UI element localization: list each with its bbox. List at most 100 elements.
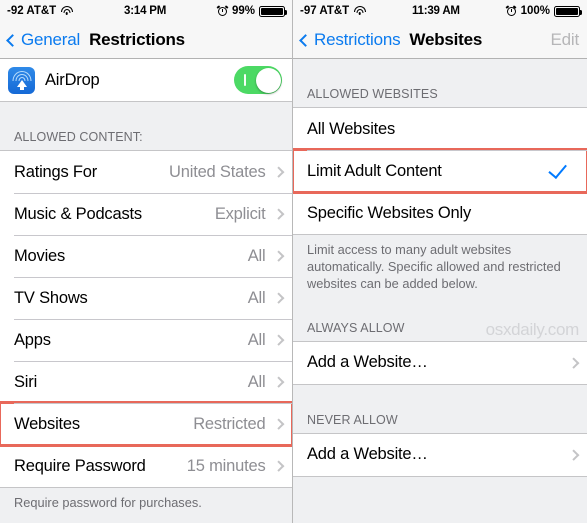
right-gap-2 — [293, 292, 587, 321]
allowed-content-group: Ratings For United States Music & Podcas… — [0, 150, 292, 488]
wifi-icon — [353, 6, 366, 16]
right-gap-1 — [293, 59, 587, 86]
row-apps[interactable]: Apps All — [0, 319, 292, 361]
battery-icon — [554, 5, 583, 17]
row-value: United States — [169, 162, 266, 181]
never-allow-group: Add a Website… — [293, 432, 587, 477]
left-page-title: Restrictions — [89, 30, 185, 49]
right-content: ALLOWED WEBSITES All Websites Limit Adul… — [293, 59, 587, 523]
battery-icon — [259, 5, 288, 17]
left-phone-screen: -92 AT&T 3:14 PM 99% General Restriction… — [0, 0, 293, 523]
row-require-password[interactable]: Require Password 15 minutes — [0, 445, 292, 487]
airdrop-label: AirDrop — [45, 70, 100, 89]
row-value: Explicit — [214, 204, 266, 223]
left-footer-note: Require password for purchases. — [14, 495, 202, 510]
checkmark-icon — [556, 167, 571, 176]
row-tv-shows[interactable]: TV Shows All — [0, 277, 292, 319]
always-allow-add-website-row[interactable]: Add a Website… — [293, 341, 587, 384]
option-label: Specific Websites Only — [307, 203, 472, 222]
alarm-clock-icon — [216, 4, 229, 17]
row-websites-highlighted[interactable]: Websites Restricted — [0, 401, 292, 447]
right-status-bar: -97 AT&T 11:39 AM 100% — [293, 0, 587, 22]
chevron-right-icon — [272, 292, 284, 304]
airdrop-icon — [8, 66, 35, 94]
row-value: All — [247, 288, 266, 307]
two-phone-screenshots: -92 AT&T 3:14 PM 99% General Restriction… — [0, 0, 587, 523]
right-signal-label: -97 AT&T — [300, 5, 350, 17]
right-gap-3 — [293, 384, 587, 413]
chevron-right-icon — [272, 334, 284, 346]
row-value: All — [247, 330, 266, 349]
airdrop-row[interactable]: AirDrop — [0, 59, 292, 101]
row-label: Apps — [14, 330, 51, 349]
wifi-icon — [60, 6, 73, 16]
edit-button[interactable]: Edit — [551, 30, 580, 50]
row-label: Movies — [14, 246, 66, 265]
row-value: All — [247, 246, 266, 265]
airdrop-toggle[interactable] — [234, 66, 282, 94]
right-phone-screen: -97 AT&T 11:39 AM 100% Restrictions Webs… — [293, 0, 587, 523]
left-signal-label: -92 AT&T — [7, 5, 57, 17]
always-allow-header: ALWAYS ALLOW — [307, 320, 405, 335]
chevron-left-icon — [299, 33, 312, 47]
option-label: Limit Adult Content — [307, 161, 442, 180]
row-label: Music & Podcasts — [14, 204, 142, 223]
allowed-websites-header: ALLOWED WEBSITES — [307, 87, 438, 101]
allowed-content-header: ALLOWED CONTENT: — [14, 130, 143, 144]
left-nav-bar: General Restrictions — [0, 22, 292, 59]
row-value: All — [247, 372, 266, 391]
right-nav-bar: Restrictions Websites Edit — [293, 22, 587, 59]
option-label: All Websites — [307, 119, 396, 138]
chevron-right-icon — [272, 166, 284, 178]
right-status-carrier: -97 AT&T — [300, 5, 366, 17]
row-label: Websites — [14, 414, 80, 433]
back-button-label: Restrictions — [314, 30, 401, 49]
left-status-time: 3:14 PM — [124, 5, 167, 17]
left-status-battery-area: 99% — [216, 4, 288, 17]
never-allow-add-website-row[interactable]: Add a Website… — [293, 433, 587, 476]
back-button-restrictions[interactable]: Restrictions — [299, 30, 401, 50]
always-allow-group: Add a Website… — [293, 340, 587, 385]
back-button-label: General — [21, 30, 81, 49]
row-label: Add a Website… — [307, 445, 428, 464]
option-specific-websites-only[interactable]: Specific Websites Only — [293, 192, 587, 234]
option-limit-adult-content[interactable]: Limit Adult Content — [293, 148, 587, 194]
left-battery-percent: 99% — [231, 5, 255, 17]
never-allow-header: NEVER ALLOW — [307, 412, 398, 427]
right-status-time: 11:39 AM — [411, 5, 460, 17]
chevron-right-icon — [567, 449, 579, 460]
right-status-battery-area: 100% — [505, 4, 583, 17]
row-music-podcasts[interactable]: Music & Podcasts Explicit — [0, 193, 292, 235]
alarm-clock-icon — [505, 4, 517, 17]
row-label: Add a Website… — [307, 353, 428, 372]
left-status-carrier: -92 AT&T — [7, 5, 73, 17]
row-label: Ratings For — [14, 162, 98, 181]
row-value: Restricted — [193, 414, 266, 433]
allowed-websites-group: All Websites Limit Adult Content Specifi… — [293, 107, 587, 235]
row-ratings-for[interactable]: Ratings For United States — [0, 151, 292, 193]
right-page-title: Websites — [409, 30, 483, 49]
row-label: Require Password — [14, 456, 146, 475]
airdrop-group: AirDrop — [0, 59, 292, 102]
left-gap-1 — [0, 102, 292, 131]
chevron-right-icon — [272, 208, 284, 220]
row-label: Siri — [14, 372, 38, 391]
chevron-right-icon — [272, 250, 284, 262]
chevron-left-icon — [6, 33, 19, 47]
watermark: osxdaily.com — [485, 319, 580, 339]
chevron-right-icon — [272, 376, 284, 388]
row-movies[interactable]: Movies All — [0, 235, 292, 277]
option-all-websites[interactable]: All Websites — [293, 108, 587, 150]
left-status-bar: -92 AT&T 3:14 PM 99% — [0, 0, 292, 22]
always-allow-header-wrap: ALWAYS ALLOW osxdaily.com — [293, 319, 587, 341]
row-value: 15 minutes — [186, 456, 266, 475]
right-battery-percent: 100% — [520, 5, 550, 17]
chevron-right-icon — [567, 357, 579, 368]
chevron-right-icon — [272, 418, 284, 430]
chevron-right-icon — [272, 460, 284, 472]
row-siri[interactable]: Siri All — [0, 361, 292, 403]
left-content: AirDrop ALLOWED CONTENT: Ratings For Uni… — [0, 59, 292, 523]
back-button-general[interactable]: General — [6, 30, 81, 50]
right-footer-note: Limit access to many adult websites auto… — [307, 242, 561, 291]
row-label: TV Shows — [14, 288, 88, 307]
